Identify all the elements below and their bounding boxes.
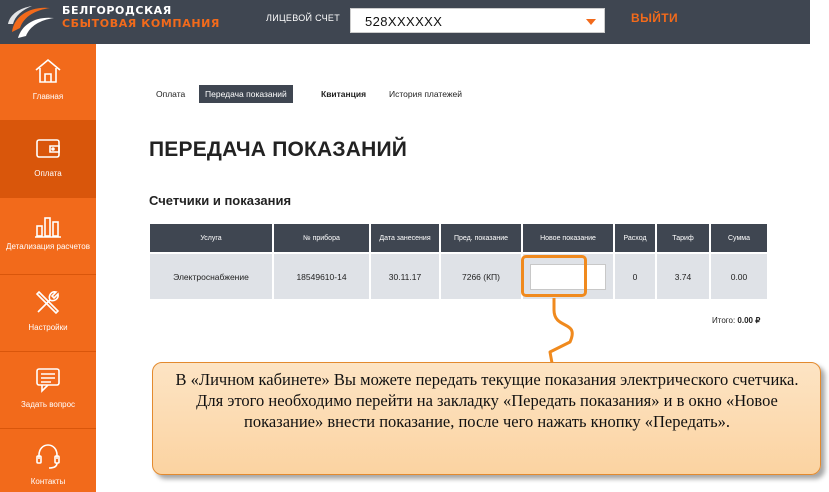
sidebar-item-details[interactable]: Детализация расчетов — [0, 198, 96, 275]
service-cell: Электроснабжение — [150, 254, 272, 299]
sidebar-item-payment[interactable]: Оплата — [0, 121, 96, 198]
table-header-cell: Услуга — [150, 224, 272, 252]
logout-link[interactable]: ВЫЙТИ — [631, 11, 678, 25]
section-title: Счетчики и показания — [149, 193, 292, 208]
tools-icon — [35, 290, 60, 315]
table-header-cell: Дата занесения — [371, 224, 439, 252]
table-header-cell: Новое показание — [523, 224, 613, 252]
table-header-cell: Расход — [615, 224, 655, 252]
sidebar-item-settings[interactable]: Настройки — [0, 275, 96, 352]
sidebar-item-label: Оплата — [34, 169, 62, 178]
entry-date-cell: 30.11.17 — [371, 254, 439, 299]
sidebar: Главная Оплата Детализация расчетов Наст… — [0, 44, 96, 492]
new-reading-highlight — [521, 255, 587, 297]
tariff-cell: 3.74 — [657, 254, 709, 299]
previous-reading-cell: 7266 (КП) — [441, 254, 521, 299]
meter-number-cell: 18549610-14 — [274, 254, 369, 299]
sidebar-item-label: Настройки — [28, 323, 68, 332]
brand-line-2: СБЫТОВАЯ КОМПАНИЯ — [62, 17, 220, 30]
brand-line-1: БЕЛГОРОДСКАЯ — [62, 4, 172, 17]
chevron-down-icon[interactable] — [586, 19, 596, 25]
sidebar-item-home[interactable]: Главная — [0, 44, 96, 121]
home-icon — [35, 58, 61, 83]
total-value: 0.00 ₽ — [737, 316, 761, 325]
table-header-cell: № прибора — [274, 224, 369, 252]
sidebar-item-label: Детализация расчетов — [6, 242, 90, 251]
instruction-callout: В «Личном кабинете» Вы можете передать т… — [152, 362, 821, 475]
account-select[interactable]: 528XXXXXX — [350, 8, 605, 33]
sidebar-item-label: Контакты — [30, 477, 66, 486]
brand-name[interactable]: БЕЛГОРОДСКАЯ СБЫТОВАЯ КОМПАНИЯ — [62, 4, 220, 30]
bar-chart-icon — [35, 217, 61, 238]
sum-cell: 0.00 — [711, 254, 767, 299]
headset-icon — [36, 444, 60, 469]
sidebar-item-label: Задать вопрос — [20, 400, 76, 409]
total-label: Итого: — [712, 316, 736, 325]
page-title: ПЕРЕДАЧА ПОКАЗАНИЙ — [149, 138, 408, 161]
tab-payment-history[interactable]: История платежей — [389, 85, 462, 103]
chat-icon — [36, 368, 60, 393]
callout-text: В «Личном кабинете» Вы можете передать т… — [175, 370, 799, 431]
tab-meter-readings[interactable]: Передача показаний — [199, 85, 293, 103]
company-logo-icon — [8, 6, 54, 38]
table-header-cell: Тариф — [657, 224, 709, 252]
account-select-value: 528XXXXXX — [365, 14, 443, 29]
sidebar-item-label: Главная — [32, 92, 64, 101]
account-label: ЛИЦЕВОЙ СЧЕТ — [266, 13, 341, 23]
table-header-cell: Сумма — [711, 224, 767, 252]
total-amount: Итого: 0.00 ₽ — [712, 316, 760, 325]
tab-payment[interactable]: Оплата — [156, 85, 185, 103]
consumption-cell: 0 — [615, 254, 655, 299]
tab-receipt[interactable]: Квитанция — [321, 85, 366, 103]
sidebar-item-contacts[interactable]: Контакты — [0, 429, 96, 492]
wallet-icon — [36, 139, 60, 158]
table-header-cell: Пред. показание — [441, 224, 521, 252]
sidebar-item-ask-question[interactable]: Задать вопрос — [0, 352, 96, 429]
top-header: БЕЛГОРОДСКАЯ СБЫТОВАЯ КОМПАНИЯ ЛИЦЕВОЙ С… — [0, 0, 810, 44]
